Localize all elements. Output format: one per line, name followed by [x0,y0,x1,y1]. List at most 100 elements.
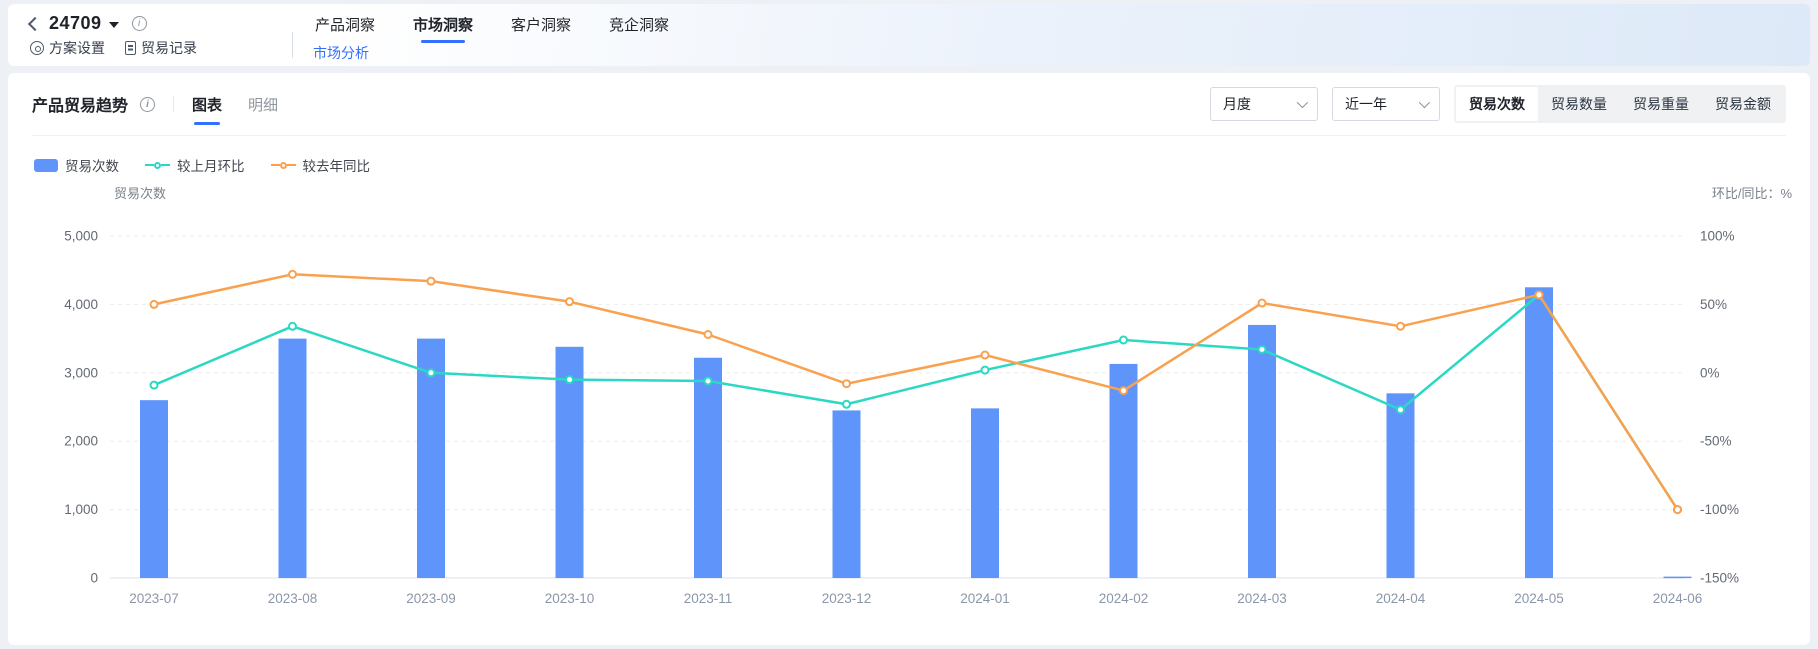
bar-2024-03[interactable] [1248,325,1276,578]
point-较上月环比-2024-02[interactable] [1120,336,1127,343]
main-tabs: 产品洞察 市场洞察 客户洞察 竞企洞察 [313,10,671,43]
point-较去年同比-2023-07[interactable] [151,301,158,308]
bar-2023-12[interactable] [833,410,861,578]
line-marker-icon [271,162,296,169]
caret-down-icon[interactable] [109,22,119,28]
tab-product-insight[interactable]: 产品洞察 [313,10,377,43]
svg-text:2024-06: 2024-06 [1653,591,1703,606]
point-较上月环比-2024-01[interactable] [982,367,989,374]
svg-text:50%: 50% [1700,297,1727,312]
svg-text:2023-10: 2023-10 [545,591,595,606]
svg-text:0: 0 [90,571,98,586]
bar-2024-05[interactable] [1525,287,1553,578]
svg-text:-50%: -50% [1700,434,1732,449]
legend-label: 较上月环比 [177,155,245,175]
info-icon[interactable]: i [132,16,147,31]
panel-title: 产品贸易趋势 i [32,92,155,116]
trade-records-button[interactable]: 贸易记录 [125,38,197,58]
svg-text:100%: 100% [1700,229,1735,244]
metric-trade-amount-button[interactable]: 贸易金额 [1702,87,1784,121]
chevron-down-icon [1419,97,1430,108]
legend-label: 贸易次数 [65,155,119,175]
period-select[interactable]: 月度 [1210,87,1318,121]
header-divider [292,32,293,58]
legend-label: 较去年同比 [303,155,371,175]
bar-2023-11[interactable] [694,358,722,578]
bar-2024-01[interactable] [971,408,999,578]
point-较去年同比-2024-06[interactable] [1674,506,1681,513]
metric-trade-quantity-button[interactable]: 贸易数量 [1538,87,1620,121]
point-较上月环比-2023-12[interactable] [843,401,850,408]
bar-2023-07[interactable] [140,400,168,578]
tab-customer-insight[interactable]: 客户洞察 [509,10,573,43]
settings-icon [30,41,44,55]
svg-text:2024-04: 2024-04 [1376,591,1426,606]
point-较上月环比-2024-03[interactable] [1259,346,1266,353]
subnav-market-analysis[interactable]: 市场分析 [313,43,671,73]
point-较去年同比-2023-12[interactable] [843,380,850,387]
document-icon [125,41,136,55]
point-较去年同比-2023-09[interactable] [428,278,435,285]
svg-text:2024-05: 2024-05 [1514,591,1564,606]
legend-mom[interactable]: 较上月环比 [145,155,245,175]
svg-text:2024-01: 2024-01 [960,591,1010,606]
point-较去年同比-2024-05[interactable] [1536,291,1543,298]
point-较上月环比-2023-08[interactable] [289,323,296,330]
bar-2024-02[interactable] [1110,364,1138,578]
period-select-value: 月度 [1223,94,1251,114]
svg-text:2023-09: 2023-09 [406,591,456,606]
chart-area: 5,000100%4,00050%3,0000%2,000-50%1,000-1… [32,178,1786,631]
legend-yoy[interactable]: 较去年同比 [271,155,371,175]
point-较上月环比-2023-11[interactable] [705,378,712,385]
svg-text:2024-03: 2024-03 [1237,591,1287,606]
panel-info-icon[interactable]: i [140,97,155,112]
svg-text:环比/同比：%: 环比/同比：% [1712,186,1793,201]
point-较上月环比-2023-10[interactable] [566,376,573,383]
trade-records-label: 贸易记录 [141,38,197,58]
point-较去年同比-2024-01[interactable] [982,352,989,359]
svg-text:5,000: 5,000 [64,229,98,244]
tab-chart-view[interactable]: 图表 [192,73,222,135]
tab-detail-view[interactable]: 明细 [248,73,278,135]
title-separator [173,96,174,112]
range-select[interactable]: 近一年 [1332,87,1440,121]
bar-2024-04[interactable] [1387,393,1415,578]
plan-id[interactable]: 24709 [49,13,102,34]
trend-panel: 产品贸易趋势 i 图表 明细 月度 近一年 贸易次数 贸易数量 贸易重量 [8,73,1810,645]
page: 24709 i 方案设置 贸易记录 产品洞察 市场洞察 客户洞察 [0,0,1818,649]
panel-title-text: 产品贸易趋势 [32,92,128,116]
nav-block: 产品洞察 市场洞察 客户洞察 竞企洞察 市场分析 [313,4,671,66]
svg-text:0%: 0% [1700,365,1720,380]
top-header: 24709 i 方案设置 贸易记录 产品洞察 市场洞察 客户洞察 [8,4,1810,66]
bar-2024-06[interactable] [1664,577,1692,579]
point-较去年同比-2023-11[interactable] [705,331,712,338]
point-较上月环比-2023-09[interactable] [428,369,435,376]
svg-text:2024-02: 2024-02 [1099,591,1149,606]
point-较去年同比-2023-10[interactable] [566,298,573,305]
svg-text:-150%: -150% [1700,571,1739,586]
point-较上月环比-2023-07[interactable] [151,382,158,389]
bar-2023-08[interactable] [279,339,307,578]
point-较去年同比-2023-08[interactable] [289,271,296,278]
svg-text:1,000: 1,000 [64,502,98,517]
back-icon[interactable] [28,16,42,30]
line-marker-icon [145,162,170,169]
range-select-value: 近一年 [1345,94,1387,114]
plan-settings-button[interactable]: 方案设置 [30,38,105,58]
plan-block: 24709 i 方案设置 贸易记录 [30,4,292,66]
point-较上月环比-2024-04[interactable] [1397,406,1404,413]
point-较去年同比-2024-04[interactable] [1397,323,1404,330]
trade-trend-chart[interactable]: 5,000100%4,00050%3,0000%2,000-50%1,000-1… [32,178,1802,626]
metric-trade-weight-button[interactable]: 贸易重量 [1620,87,1702,121]
svg-text:2023-11: 2023-11 [684,591,733,606]
panel-controls: 月度 近一年 贸易次数 贸易数量 贸易重量 贸易金额 [1210,85,1786,123]
legend-trade-count[interactable]: 贸易次数 [34,155,119,175]
tab-competitor-insight[interactable]: 竞企洞察 [607,10,671,43]
point-较去年同比-2024-02[interactable] [1120,387,1127,394]
bar-swatch-icon [34,159,58,172]
tab-market-insight[interactable]: 市场洞察 [411,10,475,43]
svg-text:2023-12: 2023-12 [822,591,872,606]
point-较去年同比-2024-03[interactable] [1259,300,1266,307]
panel-header: 产品贸易趋势 i 图表 明细 月度 近一年 贸易次数 贸易数量 贸易重量 [32,73,1786,135]
metric-trade-count-button[interactable]: 贸易次数 [1456,87,1538,121]
